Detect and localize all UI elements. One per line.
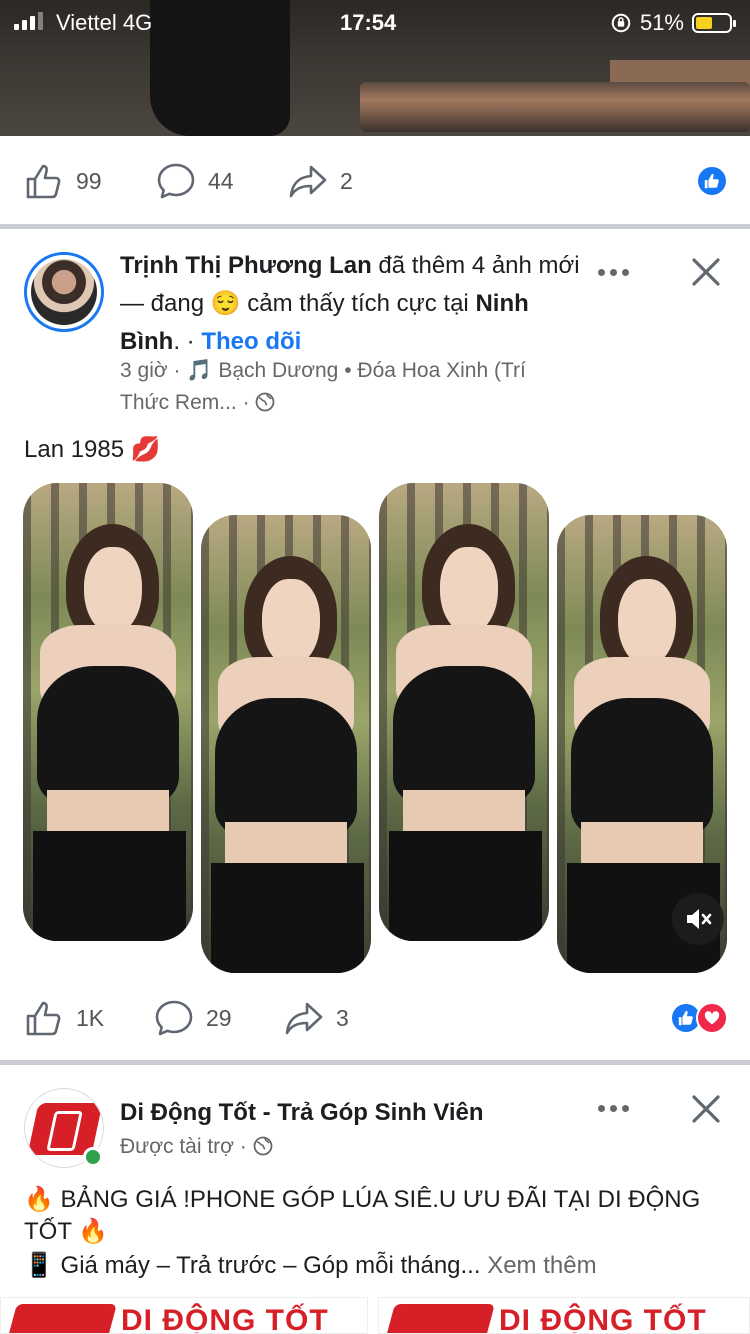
reaction-summary[interactable]	[696, 165, 728, 197]
post-action-bar: 99 44 2	[0, 136, 750, 226]
post-caption: Lan 1985 💋	[24, 436, 161, 463]
ad-headline: 🔥 BẢNG GIÁ !PHONE GÓP LÚA SIÊ.U ƯU ĐÃI T…	[24, 1186, 701, 1245]
close-icon[interactable]	[688, 1091, 724, 1127]
globe-icon	[255, 391, 275, 414]
post-time[interactable]: 3 giờ	[120, 359, 168, 382]
ad-body: 📱 Giá máy – Trả trước – Góp mỗi tháng...	[24, 1252, 488, 1279]
post-meta: 3 giờ · 🎵 Bạch Dương • Đóa Hoa Xinh (Trí…	[120, 359, 526, 414]
comment-icon	[155, 1000, 193, 1036]
share-icon	[289, 165, 327, 198]
follow-button[interactable]: Theo dõi	[201, 328, 301, 355]
ad-carousel-card[interactable]: DI ĐỘNG TỐT	[378, 1297, 750, 1334]
post-divider	[0, 224, 750, 229]
reaction-summary[interactable]	[670, 1002, 728, 1034]
more-options-button[interactable]	[598, 262, 638, 282]
like-count: 1K	[76, 1004, 105, 1031]
ad-carousel-card[interactable]: DI ĐỘNG TỐT	[0, 1297, 368, 1334]
see-more-link[interactable]: Xem thêm	[487, 1252, 596, 1279]
post-header-text: Trịnh Thị Phương Lan đã thêm 4 ảnh mới —…	[120, 247, 580, 361]
ad-banner-label: DI ĐỘNG TỐT	[499, 1304, 707, 1334]
comment-icon	[157, 163, 195, 199]
author-avatar[interactable]	[24, 252, 104, 332]
music-note-icon: 🎵	[186, 359, 213, 382]
ad-text: 🔥 BẢNG GIÁ !PHONE GÓP LÚA SIÊ.U ƯU ĐÃI T…	[24, 1184, 724, 1282]
sponsored-label[interactable]: Được tài trợ	[120, 1135, 234, 1158]
post-photo-1[interactable]	[23, 483, 193, 941]
like-button[interactable]: 99	[24, 161, 102, 201]
rotation-lock-icon	[611, 13, 631, 33]
online-indicator	[83, 1147, 103, 1167]
speaker-muted-icon	[687, 909, 712, 929]
feeling-emoji: 😌	[210, 290, 241, 317]
close-icon[interactable]	[688, 254, 724, 290]
comment-count: 44	[208, 167, 234, 194]
like-count: 99	[76, 167, 102, 194]
thumbs-up-icon	[26, 1001, 61, 1036]
share-button[interactable]: 2	[288, 161, 353, 201]
page-name[interactable]: Di Động Tốt - Trả Góp Sinh Viên	[120, 1099, 484, 1126]
post-photo-3[interactable]	[379, 483, 549, 941]
share-count: 2	[340, 167, 353, 194]
like-reaction-icon	[696, 165, 728, 197]
like-button[interactable]: 1K	[24, 998, 104, 1038]
ad-banner-label: DI ĐỘNG TỐT	[121, 1304, 329, 1334]
love-reaction-icon	[696, 1002, 728, 1034]
share-count: 3	[336, 1004, 349, 1031]
feeling-text: cảm thấy tích cực tại	[240, 290, 476, 317]
separator: . ·	[173, 328, 202, 355]
post-meta: Được tài trợ ·	[120, 1131, 580, 1163]
status-bar: Viettel 4G 17:54 51%	[0, 8, 750, 36]
post-photo-2[interactable]	[201, 515, 371, 973]
battery-icon	[692, 13, 736, 33]
clock: 17:54	[340, 10, 397, 35]
comment-count: 29	[206, 1004, 232, 1031]
globe-icon	[253, 1135, 273, 1158]
more-options-button[interactable]	[598, 1098, 638, 1118]
carrier-label: Viettel 4G	[56, 10, 153, 35]
battery-percent: 51%	[639, 10, 684, 35]
comment-button[interactable]: 29	[154, 998, 232, 1038]
author-name[interactable]: Trịnh Thị Phương Lan	[120, 252, 372, 279]
signal-icon	[14, 12, 43, 30]
thumbs-up-icon	[26, 164, 61, 199]
music-artist[interactable]: Bạch Dương	[218, 359, 338, 382]
post-action-bar: 1K 29 3	[0, 973, 750, 1063]
share-icon	[285, 1002, 323, 1035]
post-divider	[0, 1060, 750, 1065]
mute-button[interactable]	[672, 893, 724, 945]
post-header-text: Di Động Tốt - Trả Góp Sinh Viên	[120, 1094, 580, 1132]
comment-button[interactable]: 44	[156, 161, 234, 201]
photo-shape	[360, 82, 750, 132]
share-button[interactable]: 3	[284, 998, 349, 1038]
